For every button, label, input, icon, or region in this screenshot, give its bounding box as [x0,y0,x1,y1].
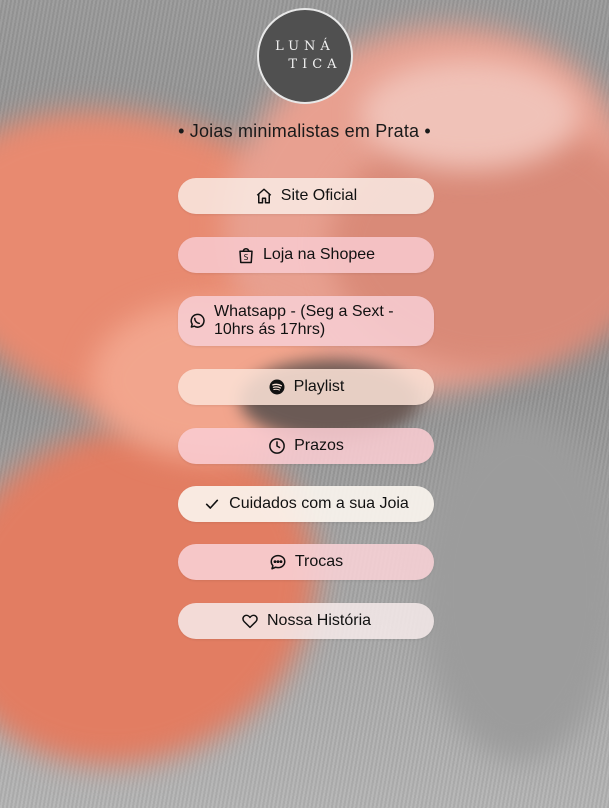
prazos-label: Prazos [294,437,344,454]
whatsapp-label: Whatsapp - (Seg a Sext - 10hrs ás 17hrs) [214,303,394,338]
trocas-button[interactable]: Trocas [178,544,434,580]
spotify-icon [268,378,286,396]
site-oficial-label: Site Oficial [280,187,358,204]
whatsapp-icon [188,312,206,330]
clock-icon [268,437,286,455]
home-icon [255,187,273,205]
tagline: • Joias minimalistas em Prata • [178,121,431,141]
nossa-historia-button[interactable]: Nossa História [178,603,434,639]
check-icon [203,495,221,513]
loja-shopee-label: Loja na Shopee [262,246,376,263]
brand-logo: LUNÁ TICA [257,8,353,104]
prazos-button[interactable]: Prazos [178,428,434,464]
site-oficial-button[interactable]: Site Oficial [178,178,434,214]
shopping-bag-icon: S [237,246,255,264]
cuidados-label: Cuidados com a sua Joia [229,495,409,512]
svg-text:S: S [244,253,249,262]
loja-shopee-button[interactable]: S Loja na Shopee [178,237,434,273]
playlist-label: Playlist [293,378,345,395]
logo-text-line2: TICA [288,57,342,72]
trocas-label: Trocas [294,553,344,570]
chat-bubble-icon [269,553,287,571]
logo-text-line1: LUNÁ [275,39,335,54]
cuidados-button[interactable]: Cuidados com a sua Joia [178,486,434,522]
whatsapp-button[interactable]: Whatsapp - (Seg a Sext - 10hrs ás 17hrs) [178,296,434,346]
nossa-historia-label: Nossa História [266,612,372,629]
heart-icon [241,612,259,630]
playlist-button[interactable]: Playlist [178,369,434,405]
